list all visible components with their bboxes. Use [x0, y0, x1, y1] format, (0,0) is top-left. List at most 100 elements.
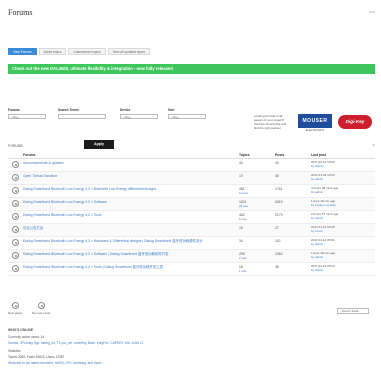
legend-new-posts-label: New posts — [8, 311, 23, 315]
tab-active-topics[interactable]: Active topics — [38, 48, 67, 55]
device-select[interactable]: - Any - — [120, 114, 158, 119]
forum-status-icon — [12, 239, 19, 246]
posts-count: 110 — [275, 239, 281, 243]
forum-link[interactable]: 论坛公告栏目 — [23, 226, 43, 230]
last-post-cell: 2017-01-02 10:53 by admin — [311, 173, 375, 182]
last-post-user[interactable]: by Loren — [311, 229, 375, 234]
topics-cell: 10 — [239, 174, 275, 178]
announcement-banner[interactable]: Check out the new DAL4500, ultimate flex… — [8, 64, 375, 74]
table-row: Dialog Smartbond Bluetooth Low Energy 4.… — [8, 250, 375, 263]
forum-cell: Dialog Smartbond Bluetooth Low Energy 4.… — [23, 252, 239, 256]
whos-online-title: WHO'S ONLINE — [8, 328, 34, 332]
no-new-posts-icon — [37, 302, 45, 309]
statistics-title: Statistics — [8, 349, 21, 353]
header-last-post: Last post — [311, 153, 327, 157]
last-post-user[interactable]: by admin — [311, 268, 375, 273]
topics-new[interactable]: 2 new — [239, 256, 275, 260]
forum-cell: Dialog Smartbond Bluetooth Low Energy 4.… — [23, 265, 239, 269]
posts-count: 43 — [275, 161, 279, 165]
new-posts-icon — [11, 302, 19, 309]
mouser-subtitle: ELECTRONICS — [305, 129, 325, 132]
posts-cell: 43 — [275, 161, 311, 165]
topics-cell: 1601 29 new — [239, 200, 275, 208]
forum-link[interactable]: Dialog Smartbond Bluetooth Low Energy 4.… — [23, 187, 156, 191]
topics-new[interactable]: 29 new — [239, 204, 275, 208]
posts-cell: 110 — [275, 239, 311, 243]
tab-view-forums[interactable]: View Forums — [8, 48, 37, 55]
apply-button[interactable]: Apply — [84, 140, 114, 149]
posts-count: 2179 — [275, 213, 283, 217]
posts-cell: 1761 — [275, 187, 311, 191]
forum-link[interactable]: Dialog Smartbond Bluetooth Low Energy 4.… — [23, 200, 107, 204]
table-row: Dialog Smartbond Bluetooth Low Energy 4.… — [8, 185, 375, 198]
last-post-user[interactable]: by admin — [311, 255, 375, 260]
last-post-cell: 2017-01-24 09:04 by admin — [311, 264, 375, 273]
legend-no-new-posts-label: No new posts — [32, 311, 51, 315]
newest-members[interactable]: Welcome to our latest members: rcr900, G… — [8, 361, 368, 365]
sort-select[interactable]: - Any - — [168, 114, 206, 119]
forum-status-cell — [8, 187, 23, 194]
collapse-icon[interactable]: × — [372, 143, 375, 149]
tab-unanswered-topics[interactable]: Unanswered topics — [68, 48, 106, 55]
tab-updated-topics[interactable]: View all updated topics — [107, 48, 151, 55]
topics-cell: 295 2 new — [239, 252, 275, 260]
table-body: Announcements & updates 43 43 2017-04-01 19… — [8, 159, 375, 276]
device-filter-label: Device — [120, 108, 131, 112]
last-post-user[interactable]: by admin — [311, 216, 375, 221]
last-post-user[interactable]: by admin — [311, 242, 375, 247]
digikey-logo[interactable]: Digi-Key — [338, 115, 372, 129]
faq-link[interactable]: FAQ — [369, 10, 375, 14]
table-row: 论坛公告栏目 15 27 2017-01-12 00:25 by Loren — [8, 224, 375, 237]
header-posts: Posts — [275, 153, 285, 157]
page-title: Forums — [8, 8, 33, 17]
forum-link[interactable]: Announcements & updates — [23, 161, 64, 165]
last-post-cell: 2 hours 57 mins ago by admin — [311, 212, 375, 221]
last-post-user[interactable]: by Lasley Luo Ran — [311, 203, 375, 208]
last-post-user[interactable]: by admin — [311, 177, 375, 182]
legend-no-new-posts: No new posts — [32, 302, 50, 315]
table-header: Forums Topics Posts Last post — [8, 152, 375, 159]
forum-status-icon — [12, 265, 19, 272]
device-filter: Device - Any - — [120, 108, 160, 119]
posts-count: 27 — [275, 226, 279, 230]
forum-link[interactable]: Dialog Smartbond Bluetooth Low Energy 4.… — [23, 265, 163, 269]
forum-select[interactable]: - Any - — [8, 114, 46, 119]
table-row: Dialog Smartbond Bluetooth Low Energy 4.… — [8, 263, 375, 276]
forum-link[interactable]: Dialog Smartbond Bluetooth Low Energy 4.… — [23, 213, 102, 217]
posts-cell: 27 — [275, 226, 311, 230]
online-users[interactable]: Guests, JPLeclay, ilgo, daveg_kit, TT-yo… — [8, 341, 368, 345]
forum-tools-select[interactable]: - Forum Tools - — [337, 308, 369, 314]
forum-cell: 论坛公告栏目 — [23, 226, 239, 230]
posts-count: 6319 — [275, 200, 283, 204]
header-forum: Forums — [23, 153, 36, 157]
forum-status-cell — [8, 239, 23, 246]
forum-cell: Announcements & updates — [23, 161, 239, 165]
posts-count: 38 — [275, 174, 279, 178]
forum-cell: Open Thread Sandbox — [23, 174, 239, 178]
forum-status-cell — [8, 213, 23, 220]
forum-filter: Forums - Any - — [8, 108, 48, 119]
table-row: Announcements & updates 43 43 2017-04-01 19… — [8, 159, 375, 172]
header-topics: Topics — [239, 153, 250, 157]
last-post-cell: 1 hour 48 min ago by admin — [311, 251, 375, 260]
posts-cell: 2362 — [275, 252, 311, 256]
last-post-user[interactable]: by admin — [311, 190, 375, 195]
forums-section-title: FORUMS — [8, 144, 23, 148]
topics-new[interactable]: 11 new — [239, 191, 275, 195]
topics-new[interactable]: 1 new — [239, 269, 275, 273]
forum-link[interactable]: Open Thread Sandbox — [23, 174, 57, 178]
forum-link[interactable]: Dialog Smartbond Bluetooth Low Energy 4.… — [23, 239, 203, 243]
search-input[interactable] — [58, 114, 106, 119]
online-count: Currently active users: 14 — [8, 335, 45, 339]
forum-status-icon — [12, 174, 19, 181]
topics-cell: 43 — [239, 161, 275, 165]
posts-cell: 6319 — [275, 200, 311, 204]
forum-status-cell — [8, 265, 23, 272]
last-post-user[interactable]: by admin — [311, 164, 375, 169]
topics-new[interactable]: 6 new — [239, 217, 275, 221]
forum-status-icon — [12, 252, 19, 259]
forum-link[interactable]: Dialog Smartbond Bluetooth Low Energy 4.… — [23, 252, 169, 256]
topics-count: 10 — [239, 174, 243, 178]
mouser-logo[interactable]: MOUSER — [298, 114, 332, 128]
statistics-line: Topics 3060, Posts 15820, Users 13387 — [8, 355, 65, 359]
